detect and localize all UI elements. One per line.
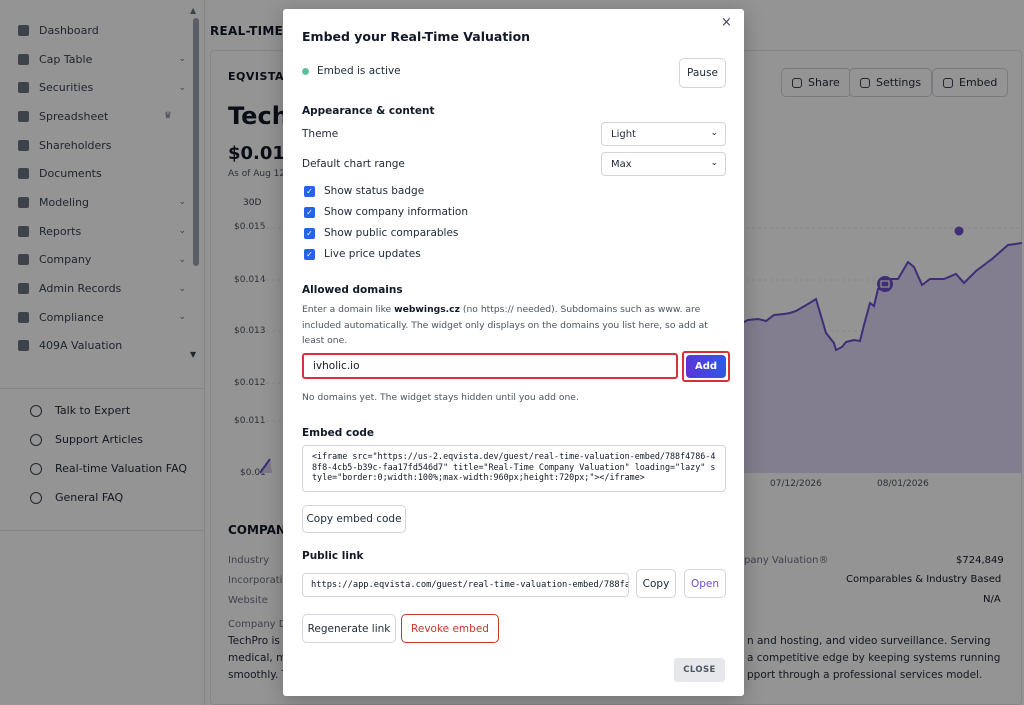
chart-range-select[interactable]: Max ⌄ — [601, 152, 726, 176]
checkbox-label: Show status badge — [324, 185, 425, 197]
regenerate-link-button[interactable]: Regenerate link — [302, 614, 396, 643]
public-link-heading: Public link — [302, 550, 364, 562]
embed-modal: Embed your Real-Time Valuation × Embed i… — [283, 9, 744, 696]
checkbox-checked-icon[interactable]: ✓ — [304, 248, 315, 260]
add-button-highlight: Add — [682, 351, 730, 382]
domain-input[interactable]: ivholic.io — [302, 353, 678, 379]
open-link-button[interactable]: Open — [684, 569, 726, 598]
embed-code-textarea[interactable]: <iframe src="https://us-2.eqvista.dev/gu… — [302, 445, 726, 492]
chart-range-label: Default chart range — [302, 158, 405, 170]
theme-label: Theme — [302, 128, 339, 140]
checkbox-company-info[interactable]: ✓ Show company information — [304, 206, 468, 218]
embed-status-text: Embed is active — [317, 65, 401, 77]
help-text-part: Enter a domain like — [302, 304, 395, 315]
checkbox-label: Live price updates — [324, 248, 421, 260]
checkbox-checked-icon[interactable]: ✓ — [304, 206, 315, 218]
chart-range-value: Max — [611, 158, 632, 170]
chevron-down-icon: ⌄ — [710, 128, 718, 138]
add-domain-button[interactable]: Add — [686, 355, 726, 378]
checkbox-checked-icon[interactable]: ✓ — [304, 227, 315, 239]
chevron-down-icon: ⌄ — [710, 158, 718, 168]
close-icon[interactable]: × — [721, 15, 732, 30]
help-example-domain: webwings.cz — [394, 304, 460, 315]
status-dot — [302, 68, 309, 75]
allowed-domains-heading: Allowed domains — [302, 284, 403, 296]
embed-code-heading: Embed code — [302, 427, 374, 439]
copy-link-button[interactable]: Copy — [636, 569, 676, 598]
revoke-embed-button[interactable]: Revoke embed — [401, 614, 499, 643]
copy-embed-code-button[interactable]: Copy embed code — [302, 505, 406, 533]
checkbox-public-comparables[interactable]: ✓ Show public comparables — [304, 227, 458, 239]
theme-select[interactable]: Light ⌄ — [601, 122, 726, 146]
close-button[interactable]: CLOSE — [674, 658, 725, 682]
checkbox-label: Show public comparables — [324, 227, 459, 239]
theme-value: Light — [611, 128, 636, 140]
domains-help-text: Enter a domain like webwings.cz (no http… — [302, 302, 722, 349]
checkbox-checked-icon[interactable]: ✓ — [304, 185, 315, 197]
modal-title: Embed your Real-Time Valuation — [302, 29, 531, 44]
checkbox-label: Show company information — [324, 206, 469, 218]
pause-button[interactable]: Pause — [679, 58, 726, 88]
no-domains-text: No domains yet. The widget stays hidden … — [302, 392, 579, 403]
checkbox-live-price[interactable]: ✓ Live price updates — [304, 248, 421, 260]
domain-input-value: ivholic.io — [313, 360, 360, 372]
public-link-field[interactable]: https://app.eqvista.com/guest/real-time-… — [302, 573, 629, 597]
appearance-heading: Appearance & content — [302, 105, 435, 117]
checkbox-status-badge[interactable]: ✓ Show status badge — [304, 185, 424, 197]
